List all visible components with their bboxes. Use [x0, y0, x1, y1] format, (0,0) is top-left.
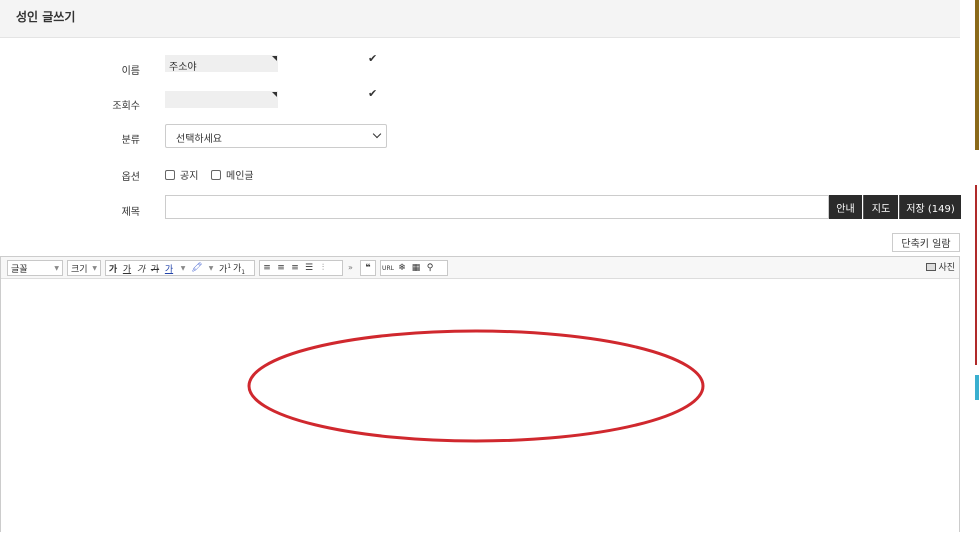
category-select[interactable]: 선택하세요 — [165, 124, 387, 148]
category-selected-value: 선택하세요 — [176, 134, 222, 145]
save-button[interactable]: 저장 (149) — [899, 195, 961, 219]
main-post-option[interactable]: 메인글 — [211, 167, 254, 182]
red-annotation-ellipse — [247, 329, 705, 443]
check-icon: ✔ — [368, 52, 378, 65]
subject-input[interactable] — [165, 195, 829, 219]
shortcut-list-label: 단축키 일람 — [901, 239, 951, 250]
main-post-checkbox[interactable] — [211, 169, 221, 180]
views-field[interactable] — [165, 91, 278, 108]
edge-accent-blue — [975, 375, 979, 400]
page-header: 성인 글쓰기 — [0, 0, 960, 38]
options-label: 옵션 — [121, 172, 140, 183]
name-value: 주소야 — [169, 62, 197, 73]
rich-text-editor[interactable]: 글꼴 ▼ 크기 ▼ 가 가 가 가 가 ▼ 🖍 ▼ 가1 가1 ≡ ≡ ≡ ☰ … — [0, 256, 960, 532]
notice-option[interactable]: 공지 — [165, 167, 198, 182]
subject-label: 제목 — [121, 207, 140, 218]
save-button-label: 저장 (149) — [906, 203, 955, 215]
notice-option-label: 공지 — [180, 171, 199, 182]
map-button-label: 지도 — [871, 203, 891, 215]
shortcut-list-button[interactable]: 단축키 일람 — [892, 233, 960, 252]
page-title: 성인 글쓰기 — [16, 10, 76, 24]
check-icon: ✔ — [368, 87, 378, 100]
map-button[interactable]: 지도 — [863, 195, 898, 219]
guide-button-label: 안내 — [836, 203, 855, 215]
name-label: 이름 — [121, 66, 140, 77]
edge-accent-red — [975, 185, 977, 365]
category-label: 분류 — [121, 135, 140, 146]
guide-button[interactable]: 안내 — [829, 195, 862, 219]
name-field[interactable]: 주소야 — [165, 55, 278, 73]
views-label: 조회수 — [112, 101, 140, 112]
corner-marker-icon — [272, 56, 277, 61]
chevron-down-icon — [372, 129, 382, 139]
notice-checkbox[interactable] — [165, 169, 175, 180]
main-post-option-label: 메인글 — [226, 171, 254, 182]
corner-marker-icon — [272, 92, 277, 97]
edge-accent-top — [975, 0, 979, 150]
